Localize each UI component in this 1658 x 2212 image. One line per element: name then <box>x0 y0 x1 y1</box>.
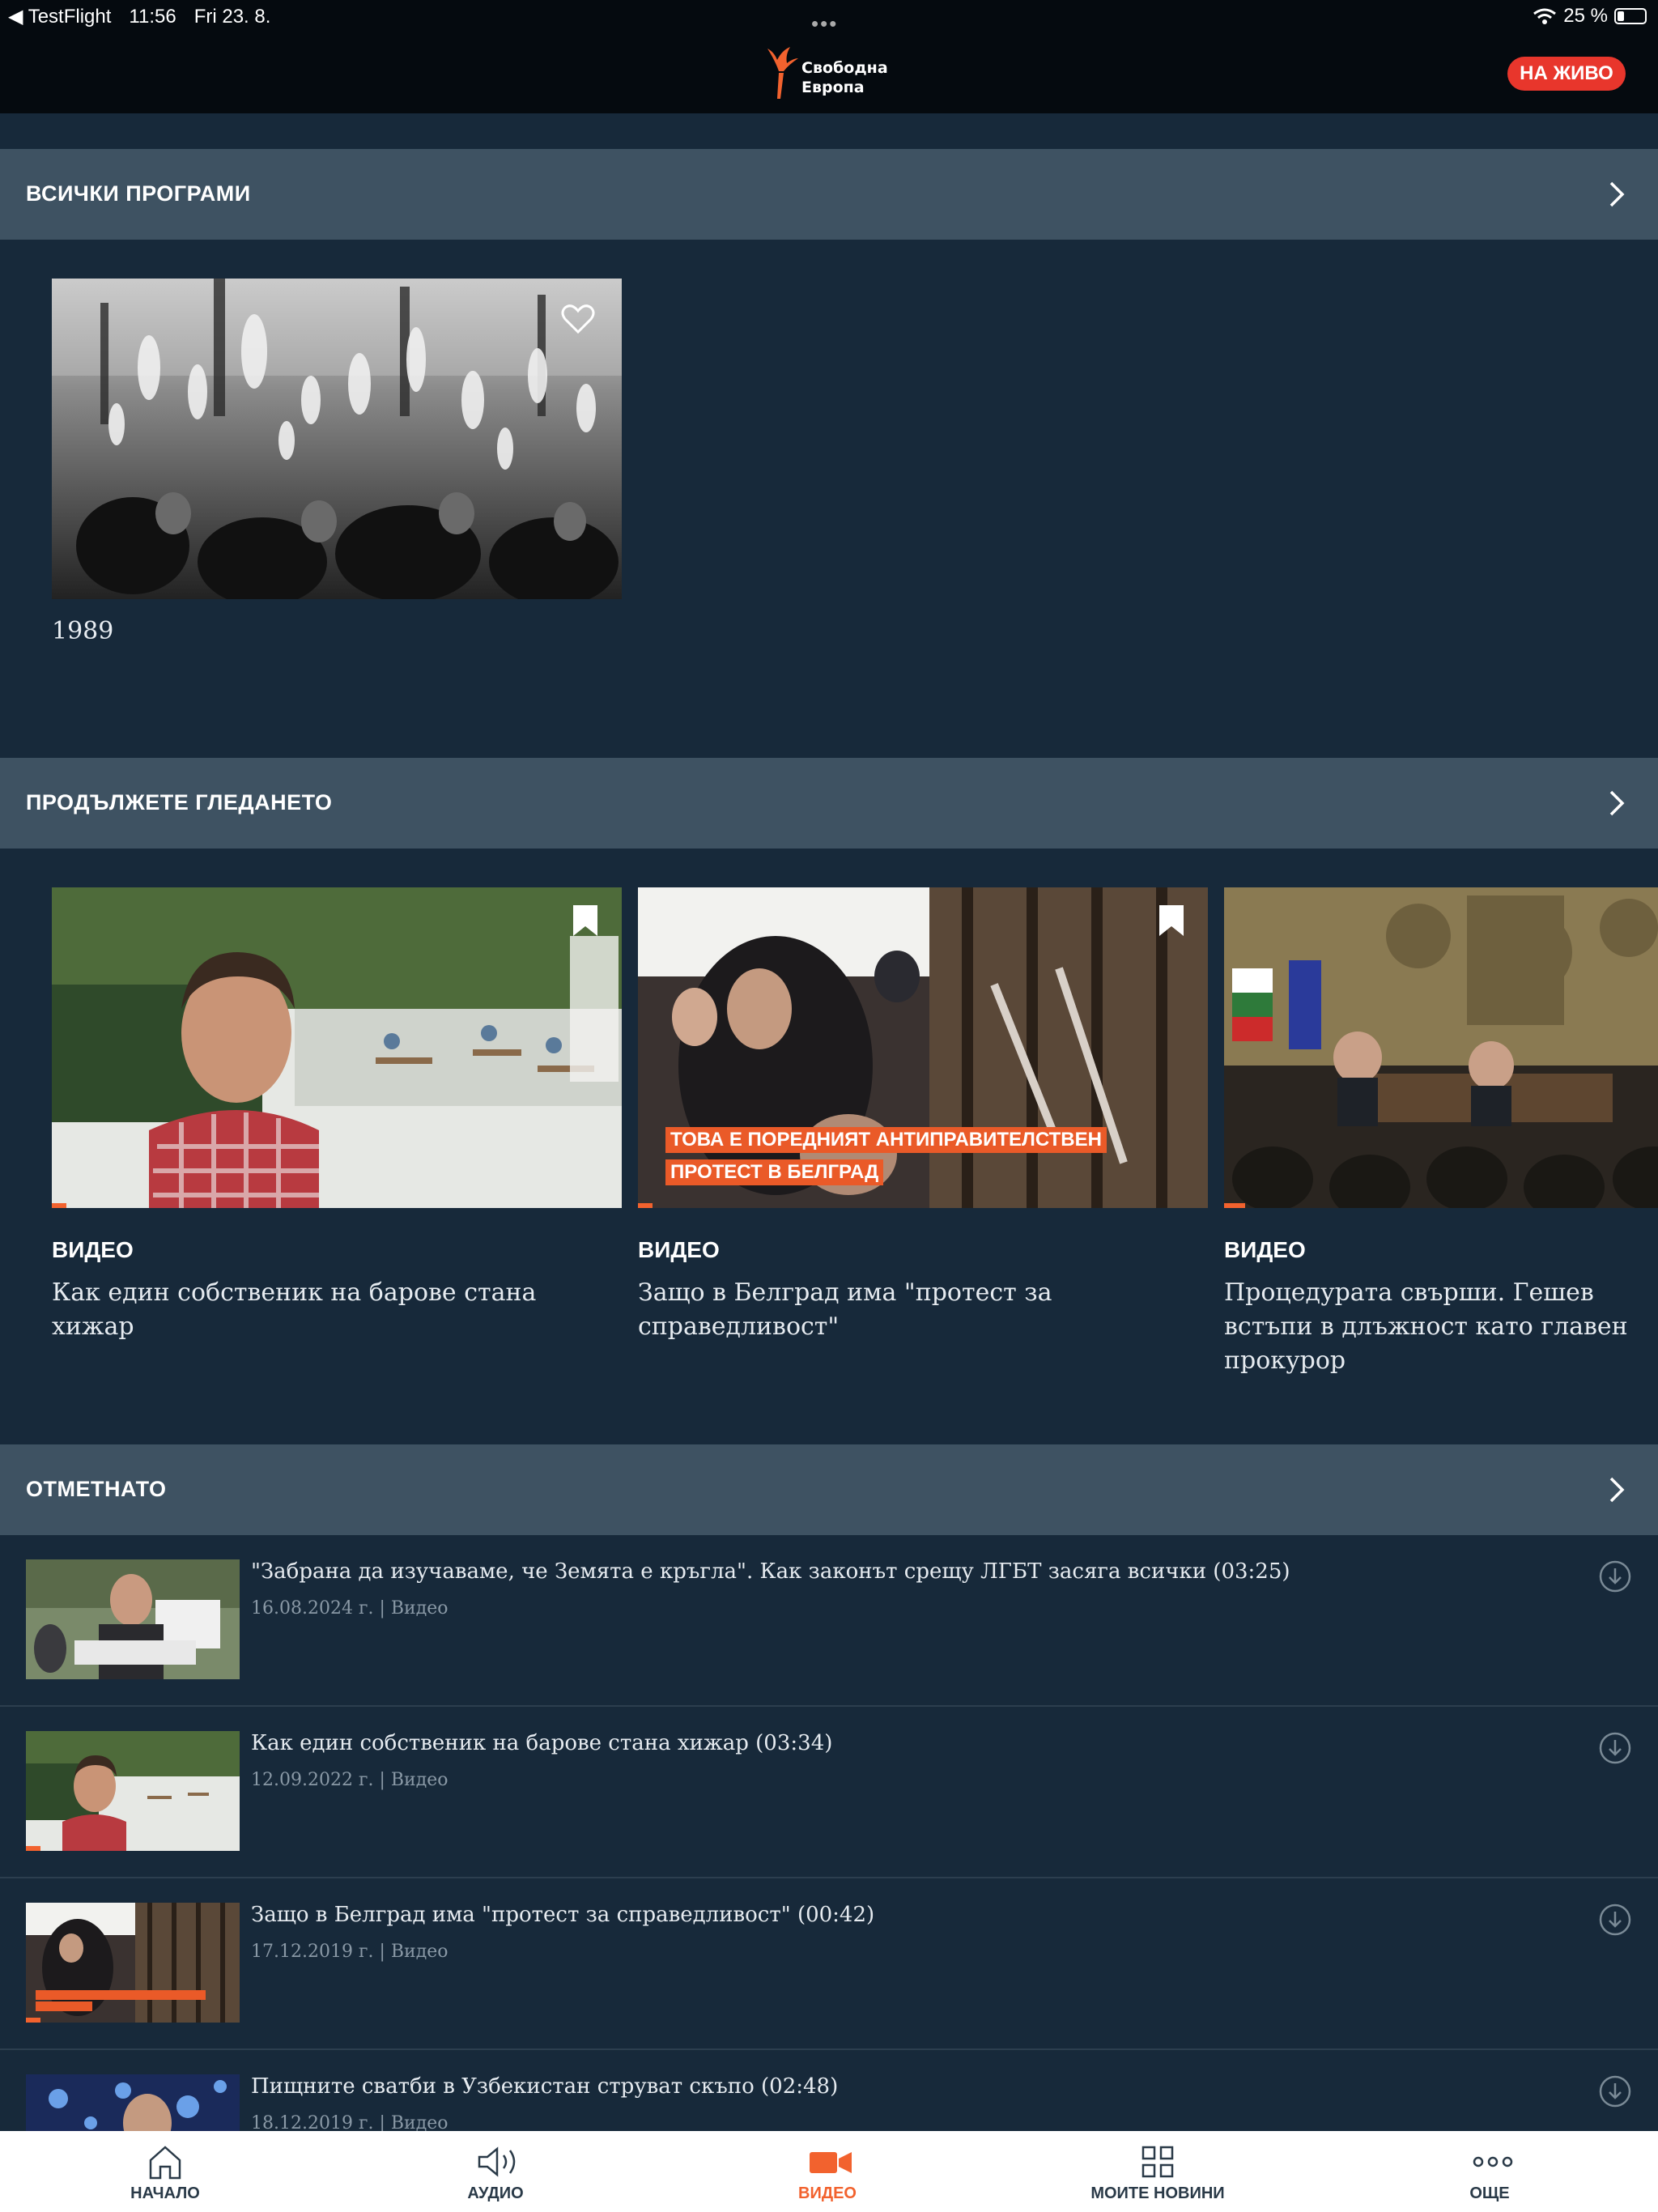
status-bar-left: ◀ TestFlight 11:56 Fri 23. 8. <box>8 5 270 28</box>
list-item-thumbnail <box>26 1559 240 1679</box>
multitasking-dots-icon[interactable]: ••• <box>811 11 838 36</box>
section-header-continue-watching[interactable]: ПРОДЪЛЖЕТЕ ГЛЕДАНЕТО <box>0 758 1658 849</box>
bottom-tab-bar: НАЧАЛО АУДИО ВИДЕО МОИТЕ НОВИНИ ОЩЕ <box>0 2131 1658 2212</box>
video-title[interactable]: Как един собственик на барове стана хижа… <box>52 1276 619 1344</box>
battery-icon <box>1614 8 1647 24</box>
heart-outline-icon[interactable] <box>560 303 596 335</box>
video-title[interactable]: Защо в Белград има "протест за справедли… <box>638 1276 1059 1344</box>
video-caption-line: ТОВА Е ПОРЕДНИЯТ АНТИПРАВИТЕЛСТВЕН <box>665 1127 1107 1153</box>
tab-more[interactable]: ОЩЕ <box>1384 2131 1595 2212</box>
tab-video[interactable]: ВИДЕО <box>722 2131 933 2212</box>
tab-my-news[interactable]: МОИТЕ НОВИНИ <box>1052 2131 1263 2212</box>
logo-text: Свободна Европа <box>801 59 888 96</box>
section-header-bookmarked[interactable]: ОТМЕТНАТО <box>0 1444 1658 1535</box>
bookmark-icon[interactable] <box>1158 904 1185 938</box>
top-bar: ◀ TestFlight 11:56 Fri 23. 8. ••• 25 % Сво… <box>0 0 1658 113</box>
list-item-thumbnail <box>26 1903 240 2023</box>
list-item-meta: 12.09.2022 г. | Видео <box>251 1770 449 1790</box>
chevron-right-icon[interactable] <box>1600 787 1632 819</box>
status-bar-right: 25 % <box>1533 5 1647 28</box>
list-item-meta: 16.08.2024 г. | Видео <box>251 1598 449 1619</box>
video-title: Процедурата свърши. Гешев встъпи в длъжн… <box>1224 1278 1628 1375</box>
section-title: ВСИЧКИ ПРОГРАМИ <box>26 181 251 206</box>
bookmarked-list-item[interactable]: Защо в Белград има "протест за справедли… <box>0 1878 1658 2050</box>
download-icon[interactable] <box>1598 2074 1632 2108</box>
battery-percent: 25 % <box>1563 5 1608 27</box>
torch-logo-icon <box>767 47 798 99</box>
section-title: ОТМЕТНАТО <box>26 1477 167 1501</box>
list-item-title: Защо в Белград има "протест за справедли… <box>251 1903 875 1927</box>
download-icon[interactable] <box>1598 1903 1632 1937</box>
home-icon <box>149 2146 181 2180</box>
list-item-thumbnail <box>26 1731 240 1851</box>
section-header-all-programs[interactable]: ВСИЧКИ ПРОГРАМИ <box>0 149 1658 240</box>
bookmarked-list-item[interactable]: "Забрана да изучаваме, че Земята е кръгл… <box>0 1535 1658 1707</box>
status-time: 11:56 <box>129 6 176 28</box>
grid-icon <box>1141 2146 1174 2178</box>
video-title-clipped[interactable]: Процедурата свърши. Гешев встъпи в длъжн… <box>1224 1276 1658 1378</box>
chevron-right-icon[interactable] <box>1600 1474 1632 1506</box>
speaker-icon <box>478 2146 516 2177</box>
list-item-title: Пищните сватби в Узбекистан струват скъп… <box>251 2074 839 2099</box>
watch-progress-bar <box>1224 1203 1245 1208</box>
bookmark-icon[interactable] <box>572 904 599 938</box>
program-thumbnail-1989[interactable] <box>52 279 622 599</box>
video-kind-label: ВИДЕО <box>52 1237 134 1262</box>
video-card-thumbnail[interactable] <box>1224 887 1658 1208</box>
list-item-meta: 17.12.2019 г. | Видео <box>251 1942 449 1962</box>
section-title: ПРОДЪЛЖЕТЕ ГЛЕДАНЕТО <box>26 790 333 815</box>
watch-progress-bar <box>638 1203 653 1208</box>
watch-progress-bar <box>26 1846 40 1851</box>
video-card-thumbnail[interactable] <box>52 887 622 1208</box>
program-title[interactable]: 1989 <box>52 617 113 645</box>
list-item-title: Как един собственик на барове стана хижа… <box>251 1731 833 1755</box>
status-date: Fri 23. 8. <box>193 6 271 28</box>
bookmarked-list-item[interactable]: Как един собственик на барове стана хижа… <box>0 1707 1658 1878</box>
watch-progress-bar <box>52 1203 66 1208</box>
video-kind-label: ВИДЕО <box>1224 1237 1306 1262</box>
tab-audio[interactable]: АУДИО <box>390 2131 601 2212</box>
video-caption-line: ПРОТЕСТ В БЕЛГРАД <box>665 1159 884 1185</box>
wifi-icon <box>1533 8 1557 24</box>
back-to-app-link[interactable]: ◀ TestFlight <box>8 6 111 28</box>
app-logo[interactable]: Свободна Европа <box>761 44 899 100</box>
list-item-title: "Забрана да изучаваме, че Земята е кръгл… <box>251 1559 1290 1584</box>
download-icon[interactable] <box>1598 1559 1632 1593</box>
live-button[interactable]: НА ЖИВО <box>1507 57 1626 91</box>
video-kind-label: ВИДЕО <box>638 1237 720 1262</box>
download-icon[interactable] <box>1598 1731 1632 1765</box>
video-camera-icon <box>810 2152 852 2173</box>
tab-home[interactable]: НАЧАЛО <box>60 2131 270 2212</box>
more-dots-icon <box>1473 2156 1513 2167</box>
video-card-thumbnail[interactable]: ТОВА Е ПОРЕДНИЯТ АНТИПРАВИТЕЛСТВЕН ПРОТЕ… <box>638 887 1208 1208</box>
chevron-right-icon[interactable] <box>1600 178 1632 211</box>
watch-progress-bar <box>26 2018 40 2023</box>
